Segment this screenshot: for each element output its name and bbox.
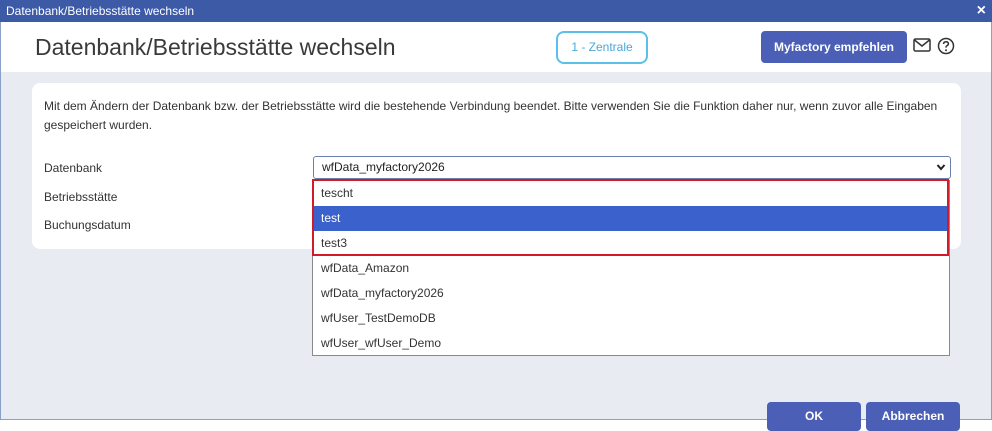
dialog-header: Datenbank/Betriebsstätte wechseln 1 - Ze… <box>1 22 991 72</box>
close-icon[interactable]: × <box>977 2 986 20</box>
recommend-button[interactable]: Myfactory empfehlen <box>761 31 907 63</box>
dropdown-option[interactable]: wfUser_wfUser_Demo <box>313 331 949 356</box>
window-titlebar: Datenbank/Betriebsstätte wechseln × <box>0 0 992 22</box>
location-badge[interactable]: 1 - Zentrale <box>556 31 648 64</box>
dropdown-option[interactable]: wfData_myfactory2026 <box>313 281 949 306</box>
dropdown-option[interactable]: wfUser_TestDemoDB <box>313 306 949 331</box>
datenbank-select[interactable]: wfData_myfactory2026 <box>313 156 951 179</box>
page-title: Datenbank/Betriebsstätte wechseln <box>35 34 396 60</box>
dropdown-option[interactable]: wfData_Amazon <box>313 256 949 281</box>
datenbank-select-value: wfData_myfactory2026 <box>322 160 445 174</box>
buchungsdatum-label: Buchungsdatum <box>44 218 131 232</box>
ok-button[interactable]: OK <box>767 402 861 431</box>
highlight-box <box>312 179 949 256</box>
window-title: Datenbank/Betriebsstätte wechseln <box>6 4 195 18</box>
betriebsstaette-label: Betriebsstätte <box>44 190 118 204</box>
cancel-button[interactable]: Abbrechen <box>866 402 960 431</box>
datenbank-label: Datenbank <box>44 161 103 175</box>
info-text: Mit dem Ändern der Datenbank bzw. der Be… <box>44 99 938 132</box>
chevron-down-icon <box>936 164 946 171</box>
mail-icon[interactable] <box>913 38 931 52</box>
help-icon[interactable] <box>937 37 955 55</box>
